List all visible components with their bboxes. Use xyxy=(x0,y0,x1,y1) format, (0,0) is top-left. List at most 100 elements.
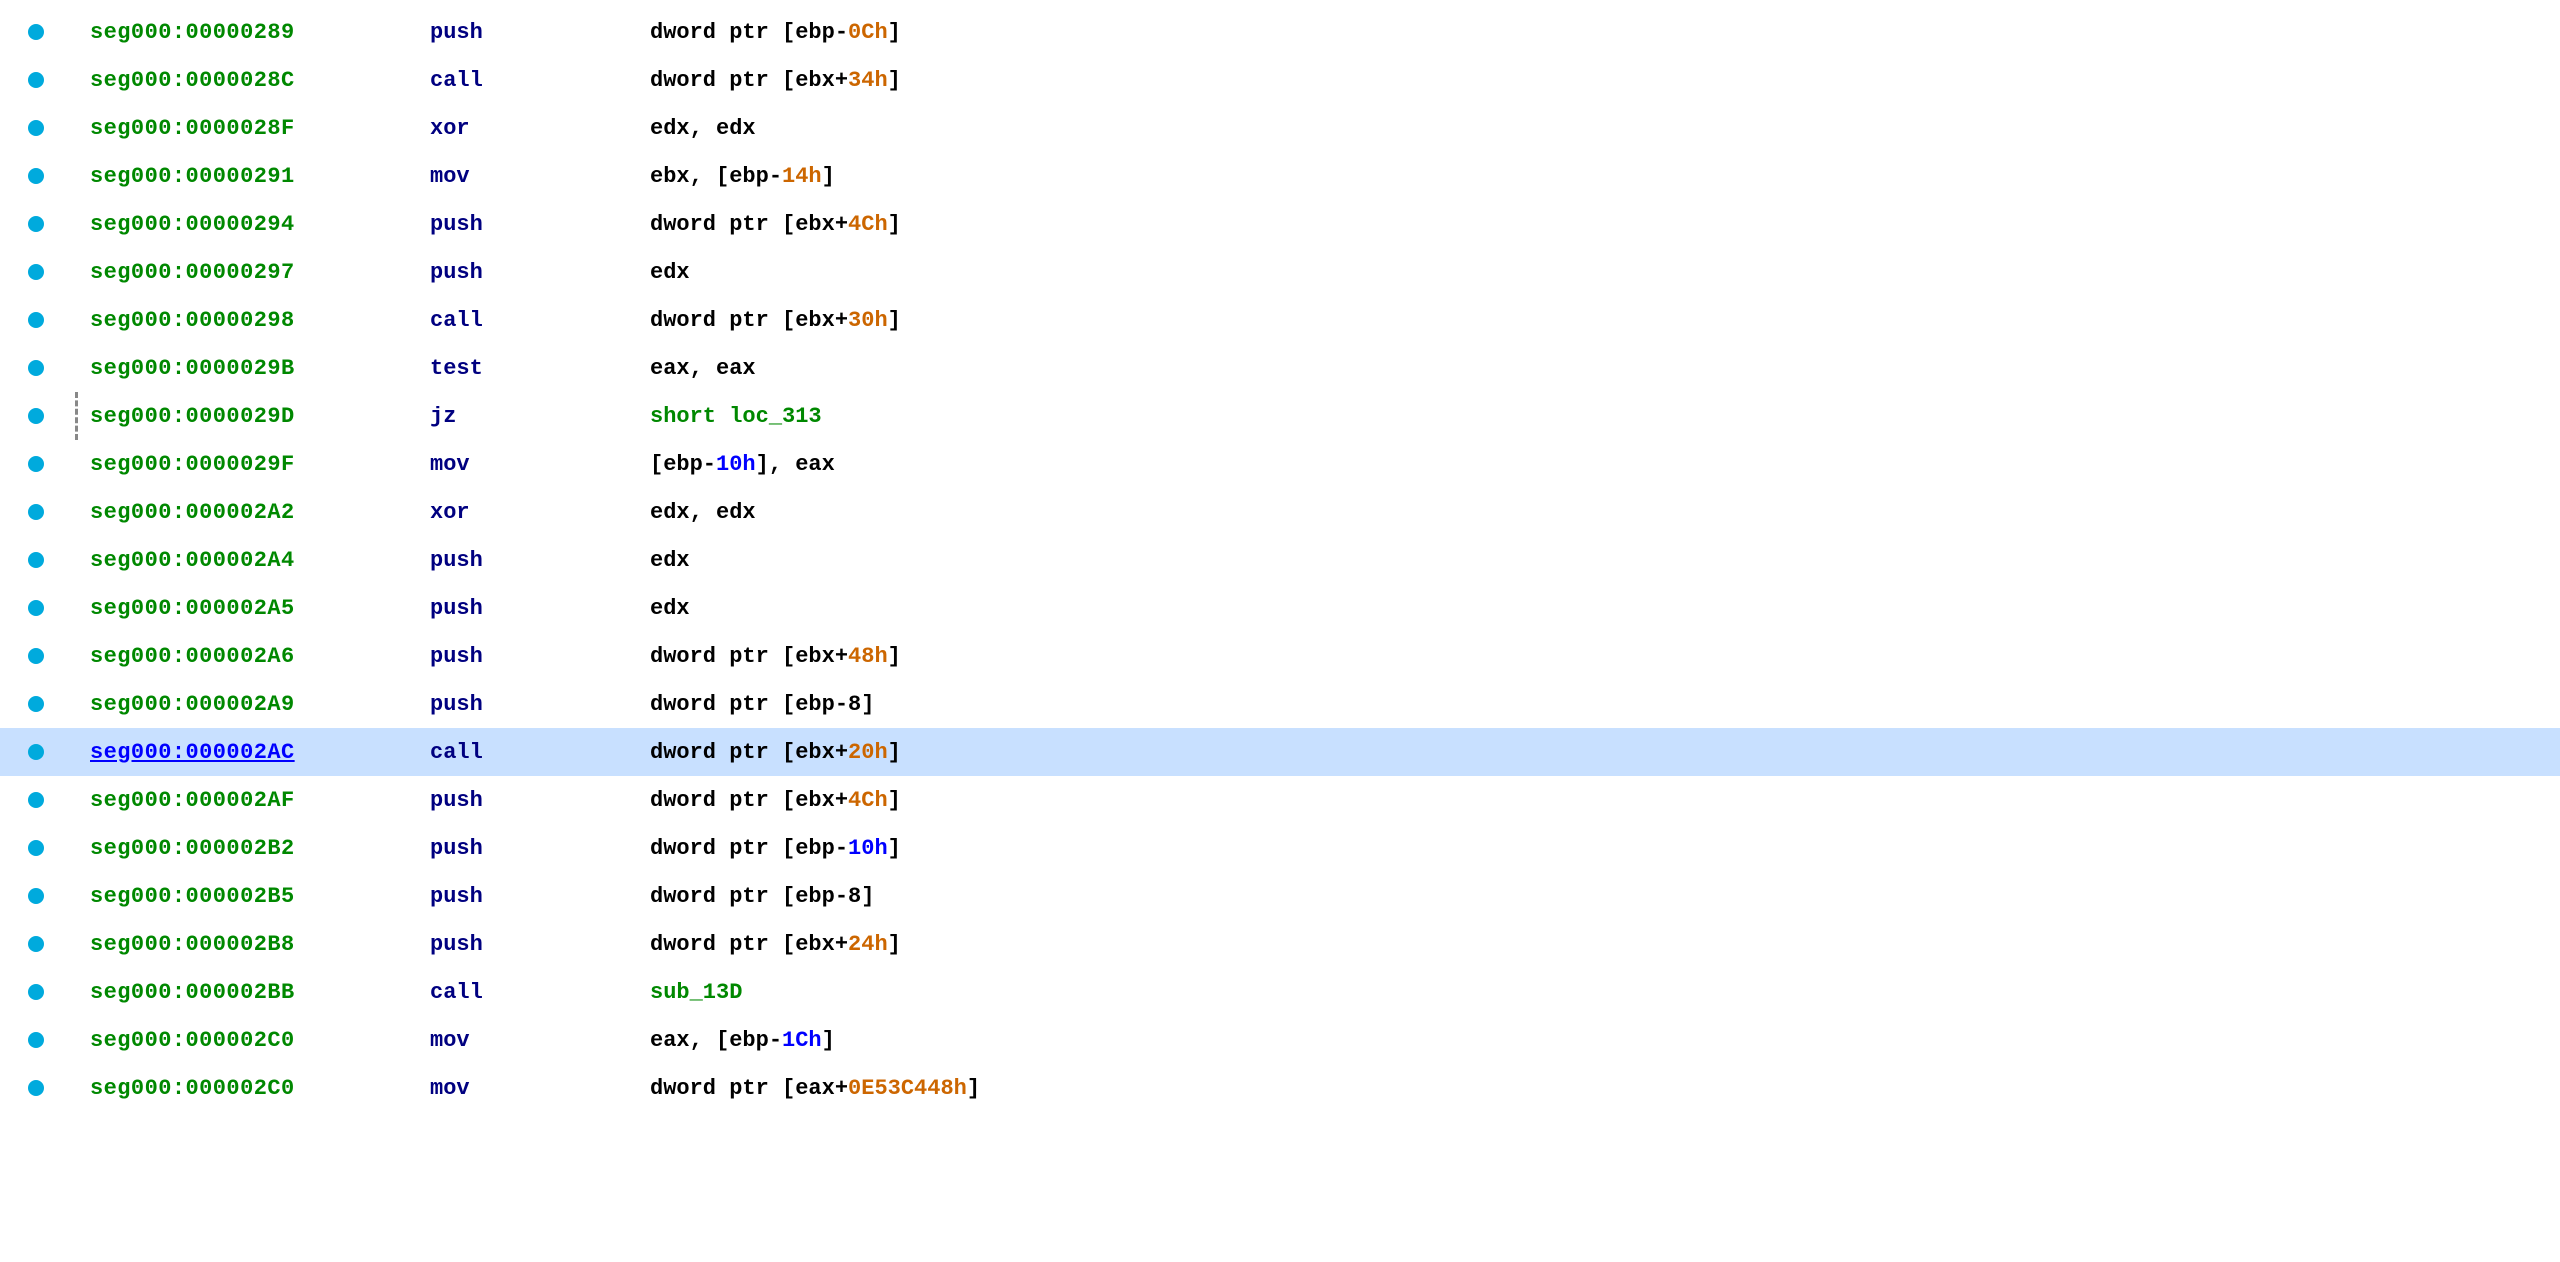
bullet-col xyxy=(10,216,62,232)
disasm-row[interactable]: seg000:00000291movebx, [ebp-14h] xyxy=(0,152,2560,200)
breakpoint-bullet[interactable] xyxy=(28,744,44,760)
address-label: seg000:00000297 xyxy=(90,260,430,285)
breakpoint-bullet[interactable] xyxy=(28,408,44,424)
disasm-row[interactable]: seg000:0000029Djzshort loc_313 xyxy=(0,392,2560,440)
operand-part: 34h xyxy=(848,68,888,93)
breakpoint-bullet[interactable] xyxy=(28,360,44,376)
mnemonic-label: jz xyxy=(430,404,650,429)
disasm-row[interactable]: seg000:00000297pushedx xyxy=(0,248,2560,296)
breakpoint-bullet[interactable] xyxy=(28,600,44,616)
disasm-row[interactable]: seg000:000002C0movdword ptr [eax+0E53C44… xyxy=(0,1064,2560,1112)
breakpoint-bullet[interactable] xyxy=(28,648,44,664)
disasm-row[interactable]: seg000:0000028Fxoredx, edx xyxy=(0,104,2560,152)
address-label: seg000:00000294 xyxy=(90,212,430,237)
bullet-col xyxy=(10,120,62,136)
mnemonic-label: push xyxy=(430,596,650,621)
disasm-row[interactable]: seg000:000002ACcalldword ptr [ebx+20h] xyxy=(0,728,2560,776)
disasm-row[interactable]: seg000:000002C0moveax, [ebp-1Ch] xyxy=(0,1016,2560,1064)
address-label: seg000:00000291 xyxy=(90,164,430,189)
operand-label: short loc_313 xyxy=(650,404,2550,429)
operand-part: 14h xyxy=(782,164,822,189)
disasm-row[interactable]: seg000:000002BBcallsub_13D xyxy=(0,968,2560,1016)
operand-part: ] xyxy=(888,740,901,765)
disasm-row[interactable]: seg000:000002AFpushdword ptr [ebx+4Ch] xyxy=(0,776,2560,824)
breakpoint-bullet[interactable] xyxy=(28,936,44,952)
breakpoint-bullet[interactable] xyxy=(28,1080,44,1096)
mnemonic-label: push xyxy=(430,548,650,573)
bullet-col xyxy=(10,696,62,712)
operand-part: short loc_313 xyxy=(650,404,822,429)
disasm-row[interactable]: seg000:000002B8pushdword ptr [ebx+24h] xyxy=(0,920,2560,968)
address-label: seg000:000002B2 xyxy=(90,836,430,861)
operand-part: dword ptr [ebp-8] xyxy=(650,884,874,909)
disasm-row[interactable]: seg000:000002A2xoredx, edx xyxy=(0,488,2560,536)
disasm-row[interactable]: seg000:000002A5pushedx xyxy=(0,584,2560,632)
address-label: seg000:000002AC xyxy=(90,740,430,765)
operand-label: dword ptr [ebp-10h] xyxy=(650,836,2550,861)
disasm-row[interactable]: seg000:000002A6pushdword ptr [ebx+48h] xyxy=(0,632,2560,680)
operand-part: ] xyxy=(967,1076,980,1101)
bullet-col xyxy=(10,408,62,424)
operand-part: ], eax xyxy=(756,452,835,477)
operand-part: ] xyxy=(888,788,901,813)
breakpoint-bullet[interactable] xyxy=(28,24,44,40)
bullet-col xyxy=(10,168,62,184)
bullet-col xyxy=(10,312,62,328)
breakpoint-bullet[interactable] xyxy=(28,1032,44,1048)
breakpoint-bullet[interactable] xyxy=(28,264,44,280)
operand-part: dword ptr [ebx+ xyxy=(650,68,848,93)
disasm-row[interactable]: seg000:00000294pushdword ptr [ebx+4Ch] xyxy=(0,200,2560,248)
operand-label: sub_13D xyxy=(650,980,2550,1005)
bullet-col xyxy=(10,24,62,40)
operand-label: edx, edx xyxy=(650,116,2550,141)
operand-part: sub_13D xyxy=(650,980,742,1005)
operand-label: dword ptr [ebx+48h] xyxy=(650,644,2550,669)
disasm-row[interactable]: seg000:0000029Fmov[ebp-10h], eax xyxy=(0,440,2560,488)
breakpoint-bullet[interactable] xyxy=(28,840,44,856)
breakpoint-bullet[interactable] xyxy=(28,504,44,520)
mnemonic-label: push xyxy=(430,644,650,669)
operand-part: 24h xyxy=(848,932,888,957)
bullet-col xyxy=(10,1080,62,1096)
breakpoint-bullet[interactable] xyxy=(28,312,44,328)
breakpoint-bullet[interactable] xyxy=(28,696,44,712)
address-label: seg000:000002A9 xyxy=(90,692,430,717)
breakpoint-bullet[interactable] xyxy=(28,216,44,232)
operand-label: [ebp-10h], eax xyxy=(650,452,2550,477)
disasm-row[interactable]: seg000:000002A4pushedx xyxy=(0,536,2560,584)
bullet-col xyxy=(10,72,62,88)
breakpoint-bullet[interactable] xyxy=(28,984,44,1000)
operand-label: dword ptr [ebx+4Ch] xyxy=(650,212,2550,237)
mnemonic-label: call xyxy=(430,980,650,1005)
disasm-row[interactable]: seg000:00000298calldword ptr [ebx+30h] xyxy=(0,296,2560,344)
breakpoint-bullet[interactable] xyxy=(28,792,44,808)
operand-part: 0E53C448h xyxy=(848,1076,967,1101)
mnemonic-label: call xyxy=(430,740,650,765)
mnemonic-label: push xyxy=(430,260,650,285)
breakpoint-bullet[interactable] xyxy=(28,552,44,568)
breakpoint-bullet[interactable] xyxy=(28,888,44,904)
operand-part: dword ptr [ebx+ xyxy=(650,932,848,957)
operand-part: dword ptr [eax+ xyxy=(650,1076,848,1101)
breakpoint-bullet[interactable] xyxy=(28,168,44,184)
mnemonic-label: mov xyxy=(430,452,650,477)
operand-part: 0Ch xyxy=(848,20,888,45)
operand-label: ebx, [ebp-14h] xyxy=(650,164,2550,189)
operand-part: ] xyxy=(888,932,901,957)
bullet-col xyxy=(10,888,62,904)
bullet-col xyxy=(10,264,62,280)
breakpoint-bullet[interactable] xyxy=(28,120,44,136)
disasm-row[interactable]: seg000:0000029Btesteax, eax xyxy=(0,344,2560,392)
operand-part: ] xyxy=(888,836,901,861)
disasm-row[interactable]: seg000:0000028Ccalldword ptr [ebx+34h] xyxy=(0,56,2560,104)
operand-part: edx xyxy=(650,596,690,621)
address-label: seg000:000002C0 xyxy=(90,1028,430,1053)
disasm-row[interactable]: seg000:000002B2pushdword ptr [ebp-10h] xyxy=(0,824,2560,872)
breakpoint-bullet[interactable] xyxy=(28,72,44,88)
disasm-row[interactable]: seg000:000002A9pushdword ptr [ebp-8] xyxy=(0,680,2560,728)
disasm-row[interactable]: seg000:00000289pushdword ptr [ebp-0Ch] xyxy=(0,8,2560,56)
operand-part: 4Ch xyxy=(848,788,888,813)
breakpoint-bullet[interactable] xyxy=(28,456,44,472)
operand-part: dword ptr [ebx+ xyxy=(650,212,848,237)
disasm-row[interactable]: seg000:000002B5pushdword ptr [ebp-8] xyxy=(0,872,2560,920)
